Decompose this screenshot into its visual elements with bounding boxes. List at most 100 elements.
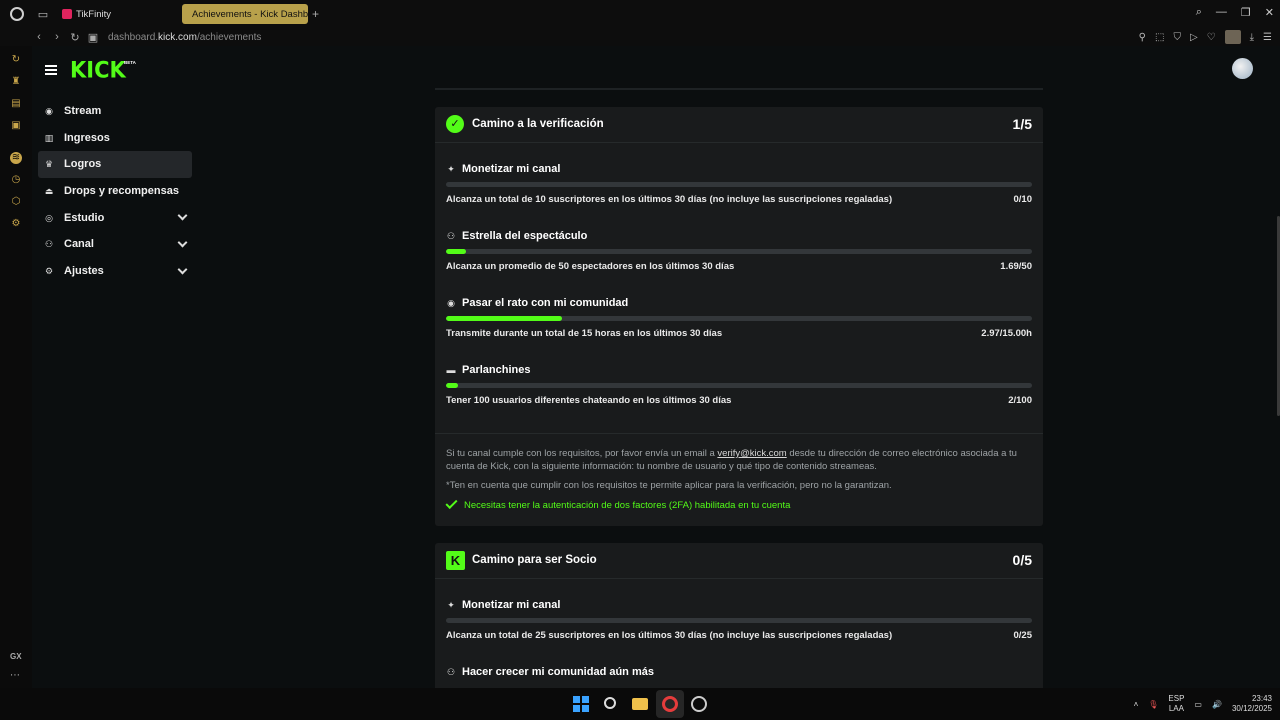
drops-icon: ⏏	[44, 186, 54, 197]
twofa-text: Necesitas tener la autenticación de dos …	[464, 500, 791, 511]
window-controls: ⌕ — ❐ ✕	[1196, 6, 1274, 19]
partner-card: K Camino para ser Socio 0/5 ✦ Monetizar …	[435, 543, 1043, 688]
sidebar-item-label: Logros	[64, 158, 102, 171]
sidebar-item-stream[interactable]: ◉ Stream	[38, 98, 192, 125]
studio-icon: ◎	[45, 212, 53, 223]
sparkle-icon: ✦	[447, 164, 455, 174]
progress-bar	[446, 249, 1032, 254]
achievement-value: 1.69/50	[1000, 261, 1032, 272]
pin-icon[interactable]: ⚲	[1139, 32, 1146, 43]
email-link[interactable]: verify@kick.com	[717, 448, 786, 459]
twofa-requirement: Necesitas tener la autenticación de dos …	[445, 496, 791, 511]
messenger-icon[interactable]: ▣	[10, 120, 22, 132]
new-tab-icon[interactable]: +	[312, 7, 319, 21]
gx-icon[interactable]: GX	[10, 652, 22, 661]
lang-bottom: LAA	[1168, 704, 1184, 713]
taskbar: ˄ 🎙 ESP LAA ▭ 🔊 23:43 30/12/2025	[0, 688, 1280, 720]
lock-icon: ▣	[87, 31, 99, 44]
reload-icon[interactable]: ↻	[66, 31, 84, 44]
tab-tikfinity[interactable]: TikFinity	[56, 4, 176, 24]
chevron-up-icon[interactable]: ˄	[1134, 700, 1139, 709]
info-text-before: Si tu canal cumple con los requisitos, p…	[446, 448, 718, 459]
url-field[interactable]: dashboard.kick.com/achievements	[108, 32, 261, 43]
file-explorer-icon[interactable]	[632, 698, 648, 710]
sidebar-item-canal[interactable]: ⚇ Canal	[38, 231, 192, 258]
divider	[435, 88, 1043, 90]
progress-bar	[446, 316, 1032, 321]
sidebar-item-ajustes[interactable]: ⚙ Ajustes	[38, 258, 192, 285]
network-icon[interactable]: ▭	[1194, 700, 1202, 709]
sidebar-item-label: Canal	[64, 238, 94, 251]
achievement-description: Alcanza un promedio de 50 espectadores e…	[446, 261, 735, 272]
heart-icon[interactable]: ♡	[1207, 32, 1216, 43]
easy-setup-icon[interactable]: ☰	[1263, 32, 1272, 43]
sidebar-item-label: Stream	[64, 105, 102, 118]
channel-icon: ⚇	[44, 239, 54, 250]
tab-islands-icon[interactable]: ▭	[36, 7, 50, 21]
kick-badge-icon: K	[446, 551, 465, 570]
sidebar-item-drops[interactable]: ⏏ Drops y recompensas	[38, 178, 192, 205]
kick-logo[interactable]: KICK	[70, 57, 126, 82]
card-header: ✓ Camino a la verificación 1/5	[435, 107, 1043, 143]
menu-icon[interactable]	[45, 65, 57, 75]
users-icon: ⚇	[446, 667, 456, 677]
sidebar-item-estudio[interactable]: ◎ Estudio	[38, 204, 192, 231]
achievement-value: 2/100	[1008, 395, 1032, 406]
achievement-description: Alcanza un total de 10 suscriptores en l…	[446, 194, 893, 205]
search-icon[interactable]	[604, 697, 616, 709]
achievement-title: Hacer crecer mi comunidad aún más	[462, 666, 654, 678]
trophy-icon: ♛	[44, 159, 54, 170]
close-icon[interactable]: ✕	[1265, 6, 1274, 19]
sidebar-item-label: Ingresos	[64, 131, 110, 144]
music-icon[interactable]: ≋	[10, 152, 22, 164]
steam-icon[interactable]	[691, 696, 707, 712]
sidebar-item-logros[interactable]: ♛ Logros	[38, 151, 192, 178]
shield-icon[interactable]: ⛉	[1173, 32, 1181, 43]
maximize-icon[interactable]: ❐	[1241, 6, 1251, 19]
address-bar-tools: ⚲ ⬚ ⛉ ▷ ♡ ⤓ ☰	[1139, 28, 1272, 46]
microphone-icon[interactable]: 🎙	[1148, 700, 1158, 709]
card-progress-count: 0/5	[1012, 552, 1032, 568]
chevron-down-icon[interactable]	[177, 237, 188, 248]
windows-start-icon[interactable]	[573, 696, 589, 712]
tab-achievements[interactable]: Achievements - Kick Dashb	[182, 4, 308, 24]
volume-icon[interactable]: 🔊	[1212, 700, 1222, 709]
beta-badge: BETA	[124, 60, 136, 65]
workspace-icon[interactable]: ♜	[10, 76, 22, 88]
stream-icon: ◉	[45, 106, 53, 117]
achievement-title: Parlanchines	[462, 364, 531, 376]
download-icon[interactable]: ⤓	[1250, 32, 1254, 43]
back-icon[interactable]: ‹	[30, 31, 48, 43]
snapshot-icon[interactable]: ⬚	[1155, 32, 1164, 43]
achievement-title: Monetizar mi canal	[462, 599, 561, 611]
forward-icon[interactable]: ›	[48, 31, 66, 43]
opera-menu-icon[interactable]	[10, 7, 24, 21]
achievement-description: Transmite durante un total de 15 horas e…	[446, 328, 723, 339]
search-tabs-icon[interactable]: ⌕	[1196, 6, 1202, 19]
avatar[interactable]	[1232, 58, 1253, 79]
history-icon[interactable]: ◷	[10, 174, 22, 186]
sidebar-item-label: Estudio	[64, 211, 105, 224]
chevron-down-icon[interactable]	[177, 210, 188, 221]
profile-thumbnail[interactable]	[1224, 30, 1241, 44]
language-indicator[interactable]: ESP LAA	[1168, 694, 1184, 714]
opera-gx-icon[interactable]	[662, 696, 678, 712]
flow-icon[interactable]: ↻	[10, 54, 22, 66]
minimize-icon[interactable]: —	[1216, 6, 1227, 19]
sidebar-item-label: Drops y recompensas	[64, 185, 179, 198]
verified-badge-icon: ✓	[446, 115, 464, 133]
clock[interactable]: 23:43 30/12/2025	[1232, 694, 1272, 714]
cleaner-icon[interactable]: ▤	[10, 98, 22, 110]
tab-label: Achievements - Kick Dashb	[192, 8, 308, 20]
player-icon[interactable]: ▷	[1190, 32, 1198, 43]
sidebar-item-label: Ajustes	[64, 264, 104, 277]
chart-icon: ▥	[44, 132, 54, 143]
sidebar-item-ingresos[interactable]: ▥ Ingresos	[38, 125, 192, 152]
progress-bar	[446, 383, 1032, 388]
achievement-title: Pasar el rato con mi comunidad	[462, 297, 629, 309]
chevron-down-icon[interactable]	[177, 264, 188, 275]
address-bar: ‹ › ↻ ▣ dashboard.kick.com/achievements …	[0, 28, 1280, 46]
more-icon[interactable]: ⋯	[10, 670, 20, 681]
extensions-icon[interactable]: ⬡	[10, 196, 22, 208]
settings-icon[interactable]: ⚙	[10, 218, 22, 230]
